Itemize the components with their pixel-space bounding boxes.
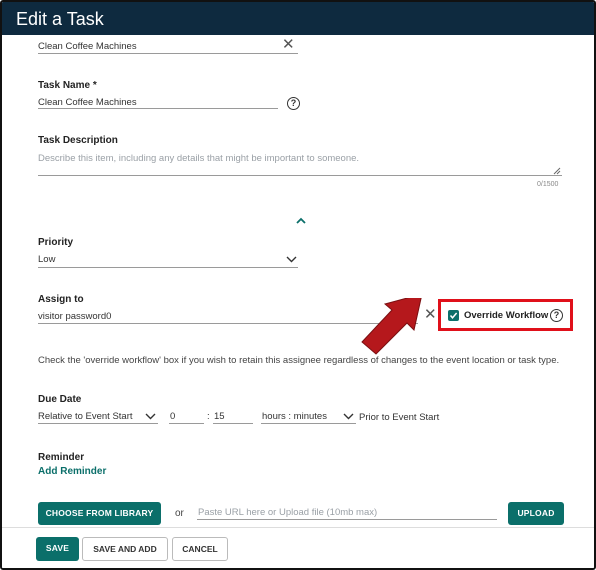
save-and-add-button[interactable]: SAVE AND ADD <box>82 537 168 561</box>
due-date-unit-select[interactable]: hours : minutes <box>262 411 327 422</box>
unit-select-underline <box>261 423 356 424</box>
due-date-relative-select[interactable]: Relative to Event Start <box>38 411 133 422</box>
task-name-label: Task Name * <box>38 80 97 91</box>
relative-chevron-down-icon[interactable] <box>145 413 156 420</box>
task-description-label: Task Description <box>38 135 118 146</box>
dialog-title-bar: Edit a Task <box>2 2 594 35</box>
priority-select[interactable]: Low <box>38 254 55 265</box>
priority-label: Priority <box>38 237 74 248</box>
assign-to-label: Assign to <box>38 294 84 305</box>
override-workflow-checkbox-icon[interactable] <box>448 310 459 321</box>
priority-underline <box>38 267 298 268</box>
annotation-arrow <box>361 298 422 355</box>
assign-to-input[interactable]: visitor password0 <box>38 311 111 322</box>
choose-from-library-button[interactable]: CHOOSE FROM LIBRARY <box>38 502 161 525</box>
override-hint-text: Check the 'override workflow' box if you… <box>38 355 560 366</box>
upload-button[interactable]: UPLOAD <box>508 502 564 525</box>
add-reminder-link[interactable]: Add Reminder <box>38 466 106 477</box>
due-date-separator: : <box>207 411 210 422</box>
minutes-underline <box>213 423 253 424</box>
task-description-underline <box>38 175 562 176</box>
reminder-label: Reminder <box>38 452 85 463</box>
due-date-suffix: Prior to Event Start <box>359 412 440 423</box>
top-field-underline <box>38 53 298 54</box>
hours-underline <box>169 423 204 424</box>
task-description-counter: 0/1500 <box>537 181 559 188</box>
due-date-minutes-input[interactable]: 15 <box>214 411 225 422</box>
unit-chevron-down-icon[interactable] <box>343 413 354 420</box>
clear-top-field-close-icon[interactable]: ✕ <box>282 37 295 52</box>
textarea-resize-handle-icon[interactable] <box>553 167 561 175</box>
override-workflow-help-icon[interactable]: ? <box>550 309 563 322</box>
top-field-value[interactable]: Clean Coffee Machines <box>38 41 137 52</box>
save-button[interactable]: SAVE <box>36 537 79 561</box>
task-description-input[interactable]: Describe this item, including any detail… <box>38 153 359 164</box>
priority-chevron-down-icon[interactable] <box>286 256 297 263</box>
task-name-underline <box>38 108 278 109</box>
or-text: or <box>175 508 184 519</box>
due-date-label: Due Date <box>38 394 82 405</box>
cancel-button[interactable]: CANCEL <box>172 537 228 561</box>
dialog-title: Edit a Task <box>16 9 104 29</box>
relative-select-underline <box>38 423 158 424</box>
edit-task-dialog: Edit a Task Clean Coffee Machines ✕ Task… <box>0 0 596 570</box>
task-name-help-icon[interactable]: ? <box>287 97 300 110</box>
url-upload-input[interactable]: Paste URL here or Upload file (10mb max) <box>198 507 377 518</box>
override-workflow-label[interactable]: Override Workflow <box>464 310 548 321</box>
url-input-underline <box>197 519 497 520</box>
collapse-chevron-up-icon[interactable] <box>295 217 307 225</box>
due-date-hours-input[interactable]: 0 <box>170 411 175 422</box>
task-name-input[interactable]: Clean Coffee Machines <box>38 97 137 108</box>
